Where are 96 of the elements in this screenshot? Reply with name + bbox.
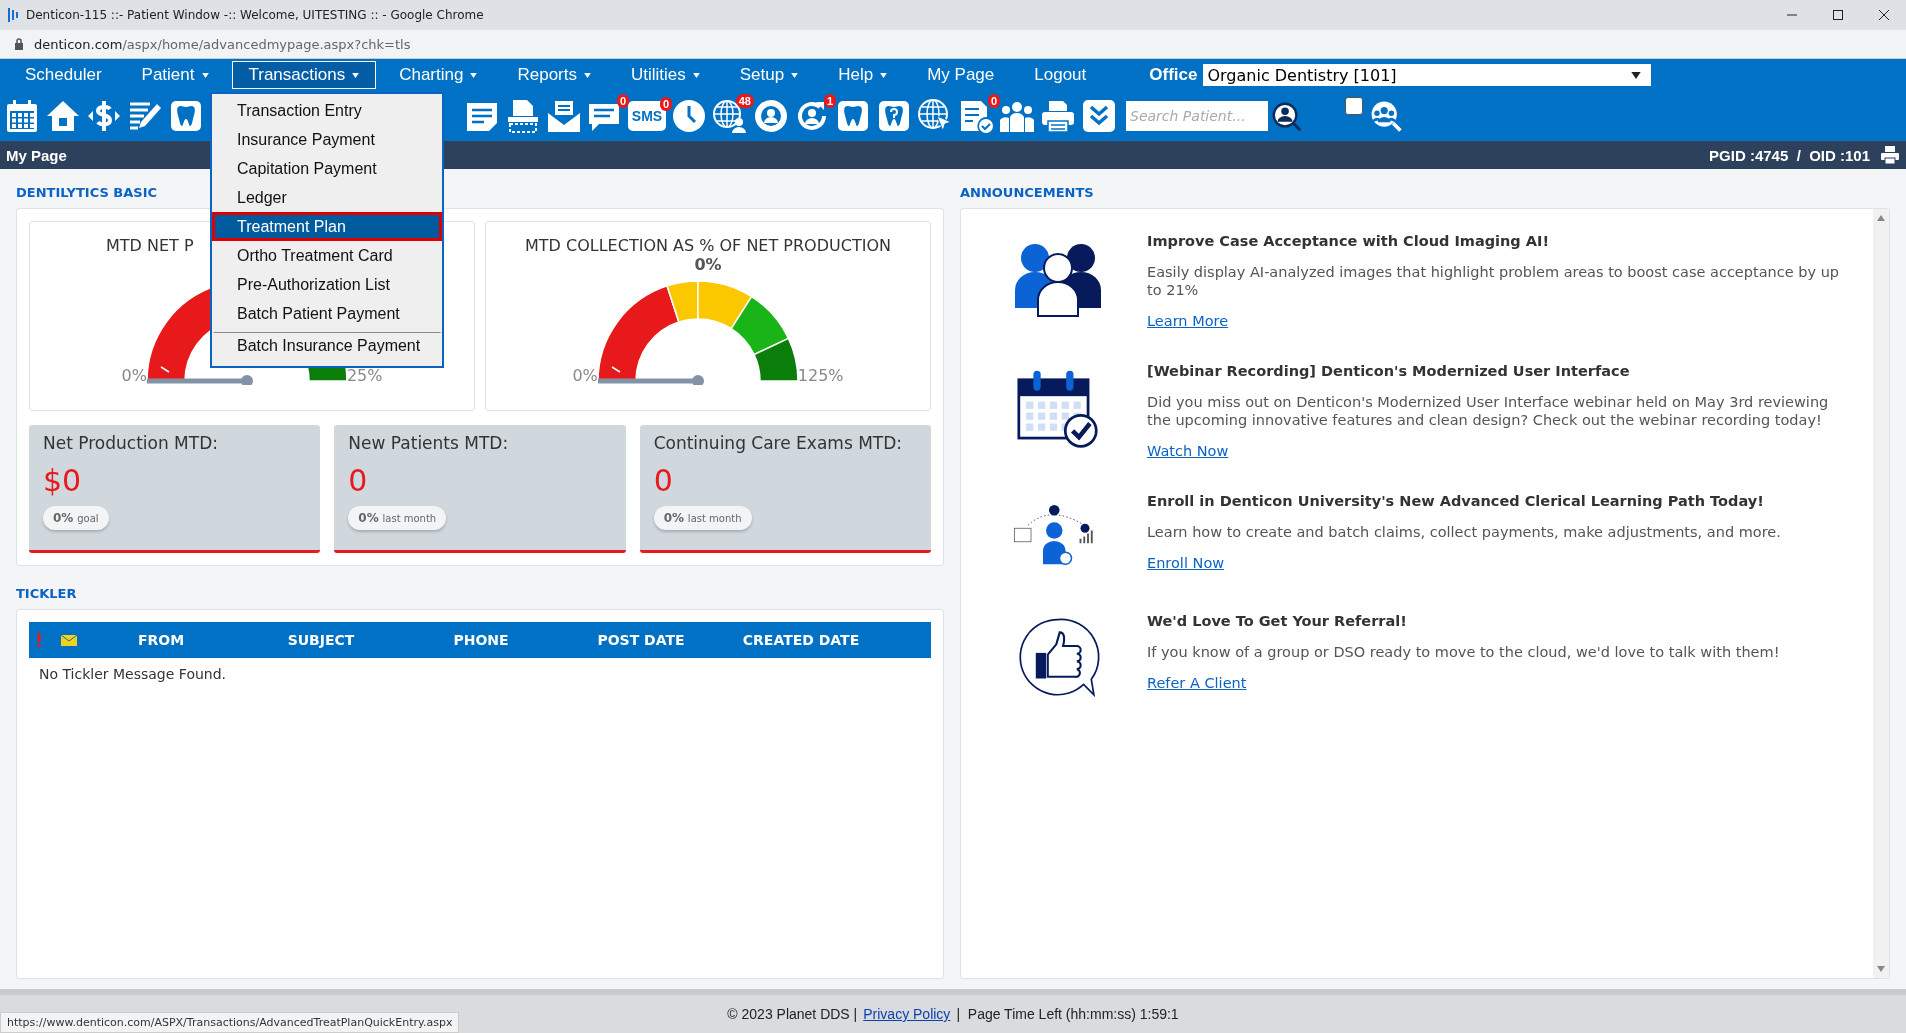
menu-item[interactable]: My Page (910, 61, 1012, 89)
stat-value: 0 (653, 463, 674, 498)
menu-option[interactable]: Batch Insurance Payment (212, 332, 442, 362)
count-badge: 0 (987, 94, 1000, 108)
gauge-max-label: 25% (346, 366, 383, 385)
calendar-icon[interactable] (4, 98, 40, 134)
session-timer: | Page Time Left (hh:mm:ss) 1:59:1 (956, 1006, 1179, 1022)
announcement-title: [Webinar Recording] Denticon's Modernized User Interface (1147, 363, 1631, 379)
count-badge: 0 (616, 94, 629, 108)
url-text[interactable]: denticon.com/aspx/home/advancedmypage.aspx?chk=tls (34, 36, 411, 52)
printer-icon[interactable] (1880, 145, 1900, 165)
menu-item[interactable]: Scheduler (8, 61, 119, 89)
stat-label: Continuing Care Exams MTD: (653, 433, 903, 453)
menu-option[interactable]: Ortho Treatment Card (212, 241, 442, 270)
menu-option[interactable]: Transaction Entry (212, 96, 442, 125)
page-title: My Page (6, 146, 67, 164)
dollar-icon[interactable] (86, 98, 122, 134)
announcement-text: Easily display AI-analyzed images that highlight problem areas to boost case acceptance by up to 21% (1147, 263, 1841, 299)
empty-message: No Tickler Message Found. (38, 665, 228, 684)
status-url: https://www.denticon.com/ASPX/Transactions/AdvancedTreatPlanQuickEntry.aspx (0, 1012, 460, 1033)
announcement-link[interactable]: Enroll Now (1147, 555, 1225, 571)
menu-item[interactable]: Reports (500, 61, 608, 89)
question-tooth-icon[interactable] (876, 98, 912, 134)
menu-item[interactable]: Transactions (231, 61, 377, 89)
checkbox[interactable] (1345, 97, 1363, 115)
printer-icon[interactable] (1040, 98, 1076, 134)
announcement-title: We'd Love To Get Your Referral! (1147, 613, 1408, 629)
app-logo-icon (8, 7, 18, 23)
menu-option[interactable]: Capitation Payment (212, 154, 442, 183)
menu-item[interactable]: Setup (722, 61, 816, 89)
scroll-up-icon[interactable] (1877, 215, 1885, 221)
gauge-title: MTD COLLECTION AS % OF NET PRODUCTION (525, 236, 891, 255)
announcement-link[interactable]: Watch Now (1147, 443, 1229, 459)
office-label: Office (1149, 65, 1198, 85)
menu-option[interactable]: Insurance Payment (212, 125, 442, 154)
stat-pill: 0% last month (653, 506, 752, 530)
announcement-link[interactable]: Learn More (1147, 313, 1229, 329)
menu-option[interactable]: Ledger (212, 183, 442, 212)
section-heading: ANNOUNCEMENTS (960, 185, 1094, 200)
menu-item[interactable]: Logout (1017, 61, 1104, 89)
envelope-icon[interactable] (546, 98, 582, 134)
envelope-icon (61, 634, 77, 646)
lock-icon (14, 38, 24, 50)
announcement-title: Improve Case Acceptance with Cloud Imaging AI! (1147, 233, 1551, 249)
gauge-value: 0% (694, 255, 722, 274)
count-badge: 48 (735, 94, 754, 108)
scroll-down-icon[interactable] (1877, 966, 1885, 972)
close-icon[interactable] (1878, 9, 1890, 21)
stat-value: 0 (348, 463, 369, 498)
person-globe-icon[interactable] (753, 98, 789, 134)
tooth-icon[interactable] (835, 98, 871, 134)
clock-icon[interactable] (671, 98, 707, 134)
column-header: FROM (136, 632, 186, 648)
announcement-text: If you know of a group or DSO ready to move to the cloud, we'd love to talk with them! (1147, 643, 1781, 661)
priority-icon (37, 633, 41, 647)
stat-label: Net Production MTD: (43, 433, 219, 453)
announcement-link[interactable]: Refer A Client (1147, 675, 1247, 691)
gauge-max-label: 125% (797, 366, 844, 385)
gauge-title: MTD NET P (106, 236, 194, 255)
home-icon[interactable] (45, 98, 81, 134)
menu-item[interactable]: Utilities (614, 61, 717, 89)
column-header: CREATED DATE (741, 632, 861, 648)
office-select[interactable]: Organic Dentistry [101] (1203, 64, 1652, 86)
menu-option[interactable]: Batch Patient Payment (212, 299, 442, 328)
maximize-icon[interactable] (1832, 9, 1844, 21)
stat-pill: 0% goal (43, 506, 109, 530)
column-header: SUBJECT (286, 632, 356, 648)
search-field[interactable]: Search Patient... (1126, 101, 1268, 131)
page-ids: PGID :4745 / OID :101 (1709, 146, 1870, 164)
announcement-text: Did you miss out on Denticon's Modernized User Interface webinar held on May 3rd reviewing the upcoming innovative features and clean design? Check out the webinar recording today! (1147, 393, 1830, 429)
privacy-policy-link[interactable]: Privacy Policy (863, 1006, 951, 1022)
window-title: Denticon-115 ::- Patient Window -:: Welcome, UITESTING :: - Google Chrome (26, 8, 484, 22)
announcement-title: Enroll in Denticon University's New Advanced Clerical Learning Path Today! (1147, 493, 1765, 509)
gauge-min-label: 0% (121, 366, 147, 385)
menu-option[interactable]: Treatment Plan (212, 212, 442, 241)
menu-option[interactable]: Pre-Authorization List (212, 270, 442, 299)
column-header: POST DATE (596, 632, 686, 648)
stat-label: New Patients MTD: (348, 433, 510, 453)
stat-pill: 0% last month (348, 506, 447, 530)
scrollbar[interactable] (1873, 209, 1889, 978)
menu-item[interactable]: Patient (124, 61, 226, 89)
section-heading: DENTILYTICS BASIC (16, 185, 157, 200)
gauge-min-label: 0% (572, 366, 598, 385)
menu-item[interactable]: Help (821, 61, 905, 89)
section-heading: TICKLER (16, 586, 77, 601)
scanner-icon[interactable] (505, 98, 541, 134)
globe-cursor-icon[interactable] (917, 98, 953, 134)
menu-item[interactable]: Charting (382, 61, 495, 89)
copyright-text: © 2023 Planet DDS | (727, 1006, 858, 1022)
count-badge: 1 (823, 94, 836, 108)
stat-value: $0 (43, 463, 83, 498)
chevron-down-icon[interactable] (1081, 98, 1117, 134)
column-header: PHONE (452, 632, 510, 648)
tooth-icon[interactable] (168, 98, 204, 134)
announcement-text: Learn how to create and batch claims, collect payments, make adjustments, and more. (1147, 523, 1782, 541)
caret-icon (1631, 71, 1642, 79)
